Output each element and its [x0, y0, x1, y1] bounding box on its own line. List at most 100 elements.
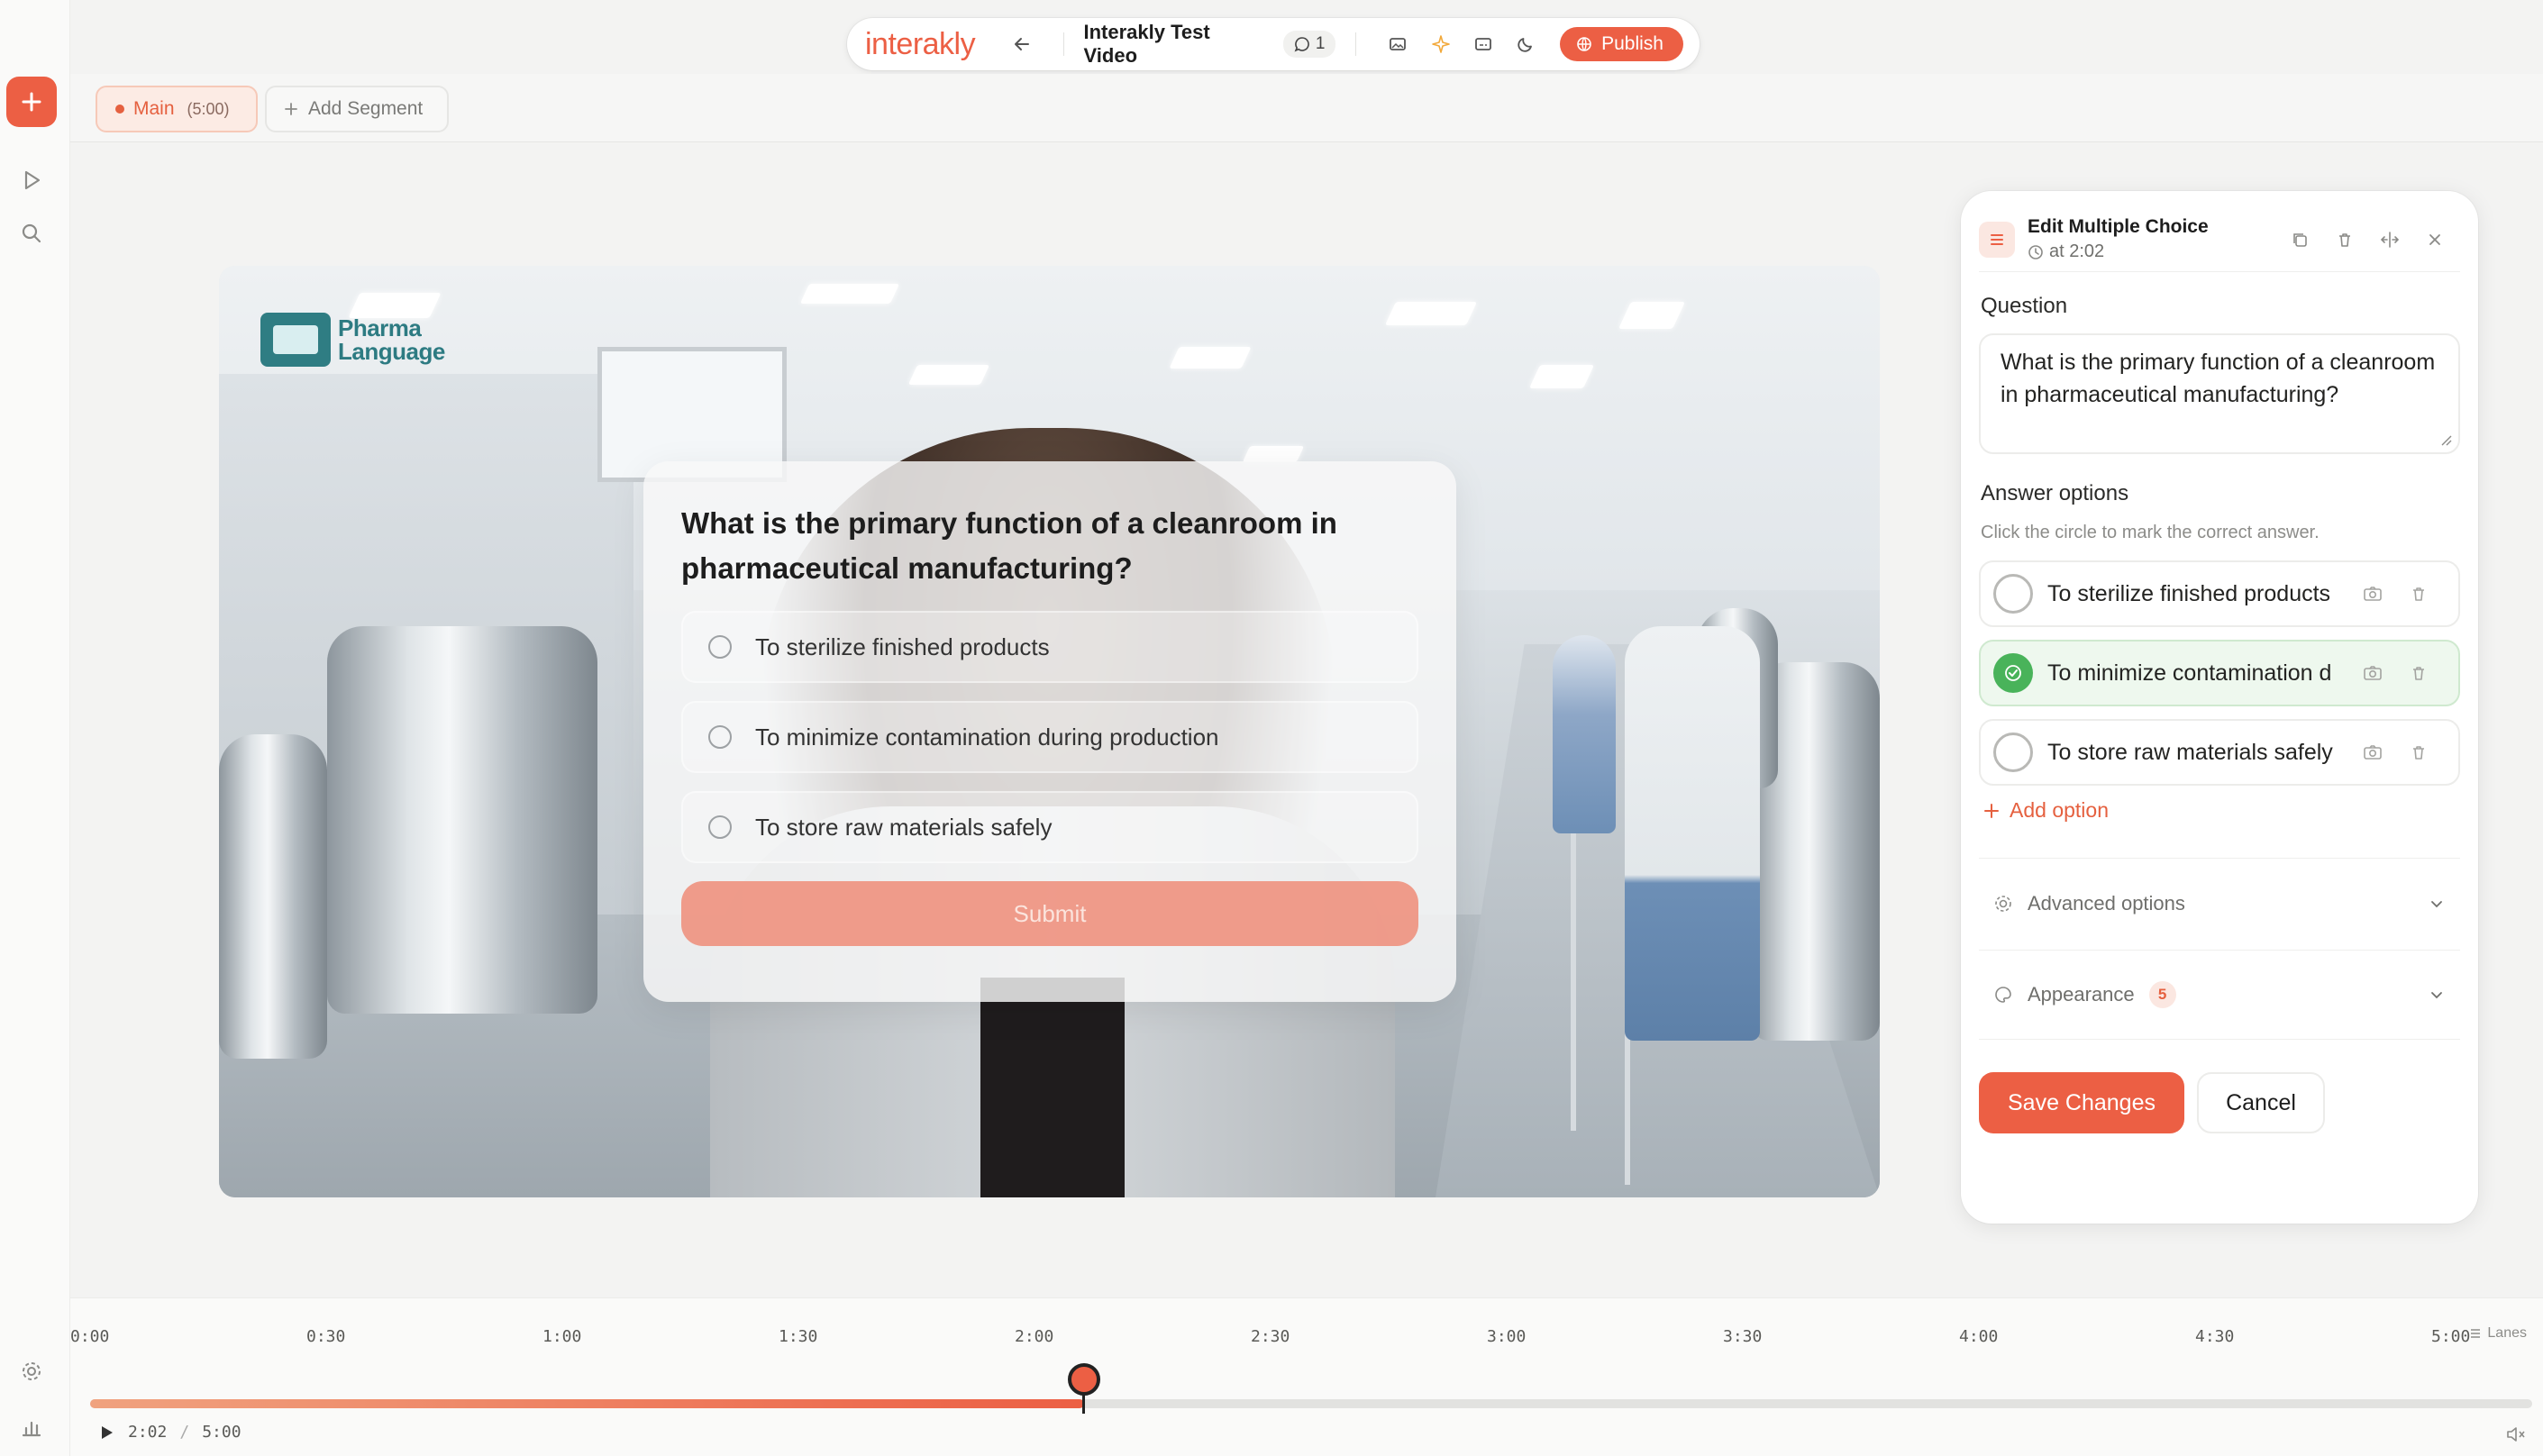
play-icon[interactable] — [97, 1424, 115, 1442]
timeline-tick: 3:00 — [1487, 1327, 1527, 1346]
palette-icon — [1995, 987, 2011, 1003]
clock-icon — [2028, 244, 2043, 259]
camera-icon[interactable] — [2363, 664, 2383, 682]
video-scene-worker — [1625, 626, 1760, 1041]
timeline-tick: 2:00 — [1015, 1327, 1054, 1346]
copy-icon — [2293, 232, 2307, 247]
top-toolbar: interakly Interakly Test Video 1 Publish — [847, 18, 1700, 70]
radio-icon — [708, 635, 732, 659]
search-icon — [22, 223, 41, 243]
close-icon — [2429, 233, 2440, 245]
video-title[interactable]: Interakly Test Video — [1084, 21, 1260, 68]
panel-title: Edit Multiple Choice — [2028, 216, 2209, 237]
bar-chart-icon — [22, 1421, 41, 1437]
question-textarea[interactable]: What is the primary function of a cleanr… — [1979, 333, 2460, 454]
video-scene-light — [1528, 365, 1595, 388]
add-option-button[interactable]: Add option — [1982, 798, 2109, 823]
timeline-track[interactable] — [90, 1399, 2532, 1408]
segment-tab-main[interactable]: Main (5:00) — [96, 86, 258, 132]
volume-icon[interactable] — [2505, 1424, 2527, 1444]
timeline: 0:00 0:30 1:00 1:30 2:00 2:30 3:00 3:30 4:00 4:30… — [70, 1297, 2543, 1456]
settings-button[interactable] — [6, 1346, 57, 1397]
lanes-label: Lanes — [2487, 1325, 2527, 1341]
segment-duration: (5:00) — [187, 99, 230, 118]
image-icon — [1390, 38, 1406, 50]
save-changes-button[interactable]: Save Changes — [1979, 1072, 2184, 1133]
quiz-option[interactable]: To minimize contamination during product… — [681, 701, 1418, 773]
answers-label: Answer options — [1981, 481, 2129, 505]
comments-button[interactable]: 1 — [1282, 31, 1336, 58]
quiz-option[interactable]: To sterilize finished products — [681, 611, 1418, 683]
answer-text[interactable]: To minimize contamination d — [2047, 660, 2350, 687]
video-scene-tank — [219, 734, 327, 1059]
correct-toggle[interactable] — [1993, 733, 2033, 772]
timeline-progress — [90, 1399, 1084, 1408]
gear-icon — [1995, 895, 2011, 912]
dark-mode-toggle[interactable] — [1505, 35, 1547, 53]
media-button[interactable] — [1376, 35, 1418, 53]
timeline-tick: 4:00 — [1959, 1327, 1999, 1346]
back-button[interactable] — [1000, 34, 1043, 54]
video-scene-light — [799, 284, 900, 304]
video-scene-worker — [1553, 635, 1616, 833]
add-segment-label: Add Segment — [308, 98, 424, 119]
resize-handle-icon[interactable] — [2440, 434, 2453, 447]
gear-icon — [23, 1362, 41, 1380]
timeline-tick: 1:00 — [542, 1327, 582, 1346]
cancel-button[interactable]: Cancel — [2197, 1072, 2325, 1133]
preview-button[interactable] — [6, 155, 57, 205]
chevron-down-icon — [2431, 992, 2442, 999]
split-button[interactable] — [2377, 227, 2402, 252]
playhead-knob — [1068, 1363, 1100, 1396]
timeline-tick: 4:30 — [2195, 1327, 2235, 1346]
timeline-tick: 3:30 — [1723, 1327, 1763, 1346]
duplicate-button[interactable] — [2287, 227, 2312, 252]
quiz-option-label: To sterilize finished products — [755, 632, 1050, 660]
answer-text[interactable]: To sterilize finished products — [2047, 581, 2350, 607]
playhead-handle[interactable] — [1066, 1363, 1102, 1414]
timeline-tick: 0:00 — [70, 1327, 110, 1346]
quiz-option[interactable]: To store raw materials safely — [681, 791, 1418, 863]
plus-icon — [1984, 803, 1999, 818]
captions-button[interactable] — [1462, 35, 1504, 53]
correct-toggle[interactable] — [1993, 574, 2033, 614]
appearance-label: Appearance — [2028, 983, 2135, 1006]
close-panel-button[interactable] — [2422, 227, 2447, 252]
delete-interaction-button[interactable] — [2332, 227, 2357, 252]
timeline-tick: 0:30 — [306, 1327, 346, 1346]
answer-option[interactable]: To sterilize finished products — [1979, 560, 2460, 627]
add-interaction-button[interactable] — [6, 77, 57, 127]
trash-icon[interactable] — [2410, 585, 2428, 603]
lanes-toggle[interactable]: Lanes — [2469, 1325, 2527, 1342]
panel-header: Edit Multiple Choice at 2:02 — [1979, 207, 2460, 272]
comment-count: 1 — [1315, 34, 1326, 53]
camera-icon[interactable] — [2363, 743, 2383, 761]
appearance-toggle[interactable]: Appearance 5 — [1979, 950, 2460, 1040]
search-button[interactable] — [6, 208, 57, 259]
radio-icon — [708, 725, 732, 749]
answer-option[interactable]: To minimize contamination d — [1979, 640, 2460, 706]
plus-icon — [22, 92, 41, 112]
correct-toggle[interactable] — [1993, 653, 2033, 693]
camera-icon[interactable] — [2363, 585, 2383, 603]
question-text: What is the primary function of a cleanr… — [2001, 350, 2436, 407]
trash-icon[interactable] — [2410, 664, 2428, 682]
ai-button[interactable] — [1419, 34, 1462, 54]
lanes-icon — [2471, 1329, 2481, 1338]
video-scene-light — [1242, 446, 1305, 462]
answer-text[interactable]: To store raw materials safely — [2047, 740, 2350, 766]
analytics-button[interactable] — [6, 1402, 57, 1452]
comment-icon — [1294, 37, 1309, 52]
book-icon — [260, 313, 331, 367]
answer-option[interactable]: To store raw materials safely — [1979, 719, 2460, 786]
logo-line-2: Language — [338, 338, 445, 365]
add-segment-button[interactable]: Add Segment — [265, 86, 449, 132]
advanced-options-toggle[interactable]: Advanced options — [1979, 858, 2460, 948]
quiz-option-label: To store raw materials safely — [755, 813, 1053, 841]
quiz-submit-button[interactable]: Submit — [681, 881, 1418, 946]
appearance-count-badge: 5 — [2148, 981, 2176, 1008]
edit-panel: Edit Multiple Choice at 2:02 Question Wh… — [1961, 191, 2478, 1224]
publish-button[interactable]: Publish — [1560, 27, 1683, 61]
trash-icon[interactable] — [2410, 743, 2428, 761]
brand-logo: interakly — [865, 26, 976, 61]
